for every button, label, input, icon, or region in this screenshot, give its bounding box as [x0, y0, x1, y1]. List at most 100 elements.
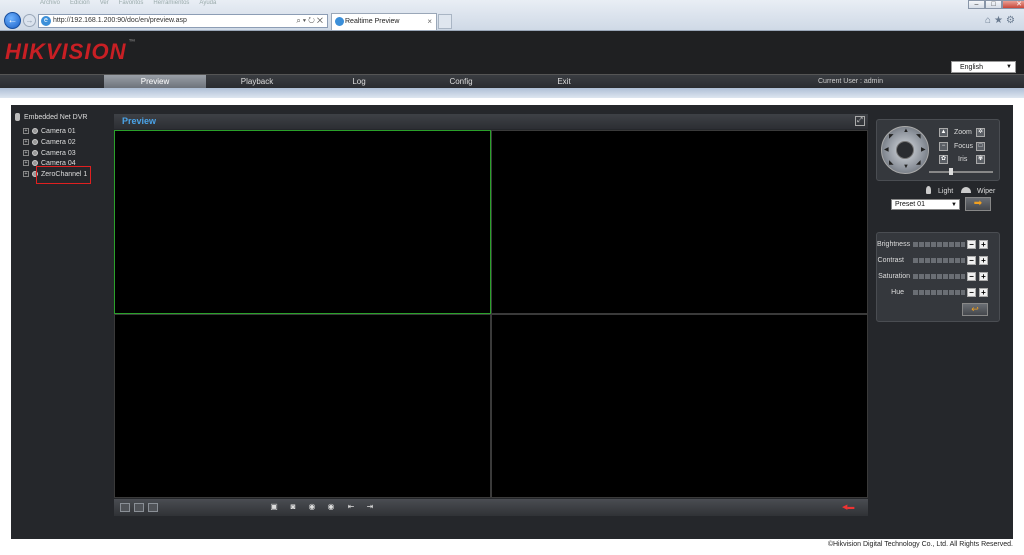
ptz-left-icon[interactable]: ◀ [884, 146, 889, 153]
ptz-downright-icon[interactable]: ◢ [916, 159, 921, 166]
address-tools[interactable]: ⌕▾↻✕ [296, 15, 325, 27]
preset-select[interactable]: Preset 01 ▼ [891, 199, 960, 210]
browser-menu-strip: Archivo Edición Ver Favoritos Herramientos Ay… [40, 0, 470, 10]
tab-title: Realtime Preview [345, 18, 400, 25]
saturation-slider[interactable] [913, 274, 965, 279]
expand-icon[interactable]: + [23, 150, 29, 157]
browser-menu-item[interactable]: Ver [100, 0, 109, 6]
iris-close-icon[interactable]: ✾ [976, 155, 985, 164]
chevron-down-icon: ▼ [951, 202, 957, 208]
hue-slider[interactable] [913, 290, 965, 295]
hue-plus-button[interactable]: + [979, 288, 988, 297]
maximize-button[interactable]: □ [985, 0, 1002, 9]
address-bar[interactable]: e http://192.168.1.200:90/doc/en/preview… [38, 14, 328, 28]
record-all-icon[interactable]: ◉ [305, 502, 319, 512]
ptz-downleft-icon[interactable]: ◣ [889, 159, 894, 166]
saturation-minus-button[interactable]: − [967, 272, 976, 281]
video-cell-2[interactable] [491, 130, 868, 314]
tree-root-dvr[interactable]: Embedded Net DVR [15, 113, 87, 121]
layout-9-icon[interactable] [148, 503, 158, 512]
brightness-slider[interactable] [913, 242, 965, 247]
video-cell-1[interactable] [114, 130, 491, 314]
start-all-icon[interactable]: ◉ [324, 502, 338, 512]
nav-exit[interactable]: Exit [513, 75, 615, 88]
wiper-icon[interactable] [961, 187, 971, 193]
nav-preview[interactable]: Preview [104, 75, 206, 88]
minimize-button[interactable]: – [968, 0, 985, 9]
light-icon[interactable] [926, 186, 931, 194]
language-value: English [960, 64, 983, 71]
highlight-box [36, 166, 91, 184]
ie-tab-icon [335, 17, 344, 26]
zoom-out-icon[interactable]: ✲ [976, 128, 985, 137]
browser-menu-item[interactable]: Ayuda [199, 0, 216, 6]
focus-label: Focus [954, 143, 974, 150]
nav-log[interactable]: Log [308, 75, 410, 88]
brightness-minus-button[interactable]: − [967, 240, 976, 249]
window-close-button[interactable]: ✕ [1002, 0, 1024, 9]
browser-tab-realtime-preview[interactable]: Realtime Preview × [331, 13, 437, 30]
browser-forward-button[interactable]: → [23, 14, 36, 27]
nav-playback[interactable]: Playback [206, 75, 308, 88]
fullscreen-icon[interactable]: ⤢ [855, 116, 865, 126]
preview-toolbar: ▣ ◙ ◉ ◉ ⇤ ⇥ [114, 499, 868, 516]
stop-all-icon[interactable]: ▣ [268, 502, 280, 512]
expand-icon[interactable]: + [23, 128, 29, 135]
expand-icon[interactable]: + [23, 160, 29, 167]
expand-icon[interactable]: + [23, 171, 29, 178]
preview-title: Preview [122, 116, 157, 126]
ptz-upright-icon[interactable]: ◥ [916, 133, 921, 140]
browser-menu-item[interactable]: Favoritos [119, 0, 144, 6]
capture-icon[interactable]: ◙ [287, 502, 299, 512]
app-header: HIKVISION ™ [0, 31, 1024, 74]
ptz-auto-button[interactable] [896, 141, 914, 159]
image-reset-button[interactable]: ↩ [962, 303, 988, 316]
language-select[interactable]: English ▼ [951, 61, 1016, 73]
preset-value: Preset 01 [895, 201, 925, 208]
browser-toolbar-icons[interactable]: ⌂★⚙ [985, 15, 1018, 26]
contrast-minus-button[interactable]: − [967, 256, 976, 265]
ptz-down-icon[interactable]: ▼ [903, 164, 909, 170]
brightness-plus-button[interactable]: + [979, 240, 988, 249]
ptz-up-icon[interactable]: ▲ [903, 128, 909, 134]
nav-config[interactable]: Config [410, 75, 512, 88]
saturation-plus-button[interactable]: + [979, 272, 988, 281]
browser-back-button[interactable]: ← [4, 12, 21, 29]
contrast-slider[interactable] [913, 258, 965, 263]
next-page-icon[interactable]: ⇥ [365, 502, 375, 512]
volume-icon[interactable]: ◀▬ [842, 503, 858, 512]
camera-icon [32, 150, 38, 157]
footer-copyright: ©Hikvision Digital Technology Co., Ltd. … [827, 541, 1013, 548]
video-cell-4[interactable] [491, 314, 868, 498]
iris-label: Iris [958, 156, 968, 163]
contrast-plus-button[interactable]: + [979, 256, 988, 265]
tree-item-camera-02[interactable]: + Camera 02 [23, 138, 76, 148]
focus-far-icon[interactable]: □ [976, 142, 985, 151]
ptz-right-icon[interactable]: ▶ [921, 146, 926, 153]
ie-icon: e [41, 16, 51, 26]
layout-4-icon[interactable] [134, 503, 144, 512]
video-cell-3[interactable] [114, 314, 491, 498]
goto-preset-button[interactable]: ➡ [965, 197, 991, 211]
ptz-speed-thumb[interactable] [949, 168, 954, 175]
tree-item-camera-03[interactable]: + Camera 03 [23, 149, 76, 159]
layout-1-icon[interactable] [120, 503, 130, 512]
iris-open-icon[interactable]: ✿ [939, 155, 948, 164]
address-url: http://192.168.1.200:90/doc/en/preview.a… [53, 17, 187, 24]
focus-near-icon[interactable]: − [939, 142, 948, 151]
camera-icon [32, 139, 38, 146]
expand-icon[interactable]: + [23, 139, 29, 146]
tree-item-camera-01[interactable]: + Camera 01 [23, 127, 76, 137]
ptz-upleft-icon[interactable]: ◤ [889, 133, 894, 140]
tab-close-icon[interactable]: × [427, 14, 432, 30]
browser-menu-item[interactable]: Archivo [40, 0, 60, 6]
prev-page-icon[interactable]: ⇤ [346, 502, 356, 512]
zoom-in-icon[interactable]: ▲ [939, 128, 948, 137]
current-user-label: Current User : admin [818, 78, 883, 85]
browser-menu-item[interactable]: Edición [70, 0, 90, 6]
nav-underline [0, 88, 1024, 98]
new-tab-button[interactable] [438, 14, 452, 29]
browser-menu-item[interactable]: Herramientos [153, 0, 189, 6]
hue-minus-button[interactable]: − [967, 288, 976, 297]
ptz-speed-slider[interactable] [929, 171, 993, 173]
